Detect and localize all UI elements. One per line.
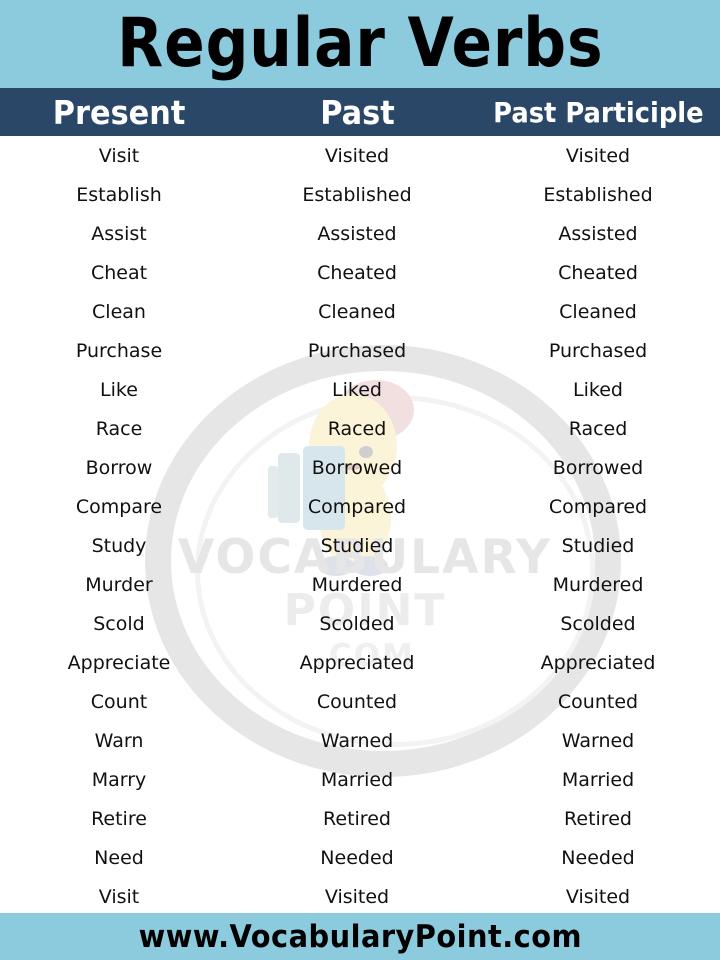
table-row: Clean Cleaned Cleaned: [0, 292, 720, 331]
cell-past-participle: Established: [543, 183, 653, 206]
cell-past: Raced: [327, 417, 387, 440]
table-row: Purchase Purchased Purchased: [0, 331, 720, 370]
cell-past-participle: Warned: [561, 729, 635, 752]
cell-past: Assisted: [317, 222, 397, 245]
cell-past-participle: Cheated: [558, 261, 638, 284]
table-row: Race Raced Raced: [0, 409, 720, 448]
cell-present: Visit: [98, 144, 140, 167]
cell-present: Clean: [92, 300, 146, 323]
footer-website-label: www.VocabularyPoint.com: [138, 918, 582, 955]
cell-past-participle: Assisted: [558, 222, 638, 245]
cell-past-participle: Liked: [573, 378, 623, 401]
column-header-present: Present: [0, 88, 238, 136]
table-row: Like Liked Liked: [0, 370, 720, 409]
table-row: Murder Murdered Murdered: [0, 565, 720, 604]
table-row: Visit Visited Visited: [0, 877, 720, 916]
cell-past-participle: Cleaned: [559, 300, 637, 323]
cell-past: Murdered: [311, 573, 403, 596]
table-row: Study Studied Studied: [0, 526, 720, 565]
cell-past: Retired: [323, 807, 391, 830]
title-banner: Regular Verbs: [0, 0, 720, 88]
table-row: Marry Married Married: [0, 760, 720, 799]
cell-past-participle: Scolded: [560, 612, 636, 635]
cell-past: Liked: [332, 378, 382, 401]
cell-present: Need: [94, 846, 144, 869]
cell-past-participle: Murdered: [552, 573, 644, 596]
cell-past-participle: Retired: [564, 807, 632, 830]
cell-past: Visited: [324, 885, 390, 908]
cell-present: Visit: [98, 885, 140, 908]
column-header-past: Past: [238, 88, 476, 136]
cell-present: Murder: [85, 573, 153, 596]
cell-present: Count: [90, 690, 148, 713]
cell-past-participle: Compared: [548, 495, 648, 518]
cell-past: Purchased: [307, 339, 407, 362]
cell-past-participle: Visited: [565, 144, 631, 167]
cell-present: Borrow: [85, 456, 153, 479]
cell-past: Studied: [320, 534, 394, 557]
cell-past: Married: [320, 768, 394, 791]
cell-past-participle: Married: [561, 768, 635, 791]
cell-past: Cheated: [317, 261, 397, 284]
column-header-present-label: Present: [52, 92, 186, 132]
table-row: Visit Visited Visited: [0, 136, 720, 175]
cell-past: Counted: [316, 690, 398, 713]
table-row: Need Needed Needed: [0, 838, 720, 877]
cell-past-participle: Visited: [565, 885, 631, 908]
cell-present: Compare: [75, 495, 163, 518]
table-row: Scold Scolded Scolded: [0, 604, 720, 643]
cell-past: Established: [302, 183, 412, 206]
footer-banner: www.VocabularyPoint.com: [0, 913, 720, 960]
cell-past-participle: Raced: [568, 417, 628, 440]
cell-present: Race: [95, 417, 143, 440]
table-row: Assist Assisted Assisted: [0, 214, 720, 253]
verb-chart-page: Regular Verbs Present Past Past Particip…: [0, 0, 720, 960]
verb-table: Visit Visited Visited Establish Established E…: [0, 136, 720, 916]
cell-present: Purchase: [75, 339, 163, 362]
cell-past: Compared: [307, 495, 407, 518]
cell-present: Marry: [91, 768, 147, 791]
cell-past: Borrowed: [311, 456, 403, 479]
cell-present: Like: [100, 378, 138, 401]
cell-past-participle: Studied: [561, 534, 635, 557]
cell-past-participle: Counted: [557, 690, 639, 713]
cell-past-participle: Borrowed: [552, 456, 644, 479]
table-row: Establish Established Established: [0, 175, 720, 214]
cell-past: Warned: [320, 729, 394, 752]
cell-past: Appreciated: [299, 651, 415, 674]
cell-past: Needed: [320, 846, 394, 869]
column-header-past-participle-label: Past Participle: [492, 95, 704, 129]
table-header-band: Present Past Past Participle: [0, 88, 720, 136]
cell-past-participle: Purchased: [548, 339, 648, 362]
cell-present: Study: [91, 534, 147, 557]
cell-present: Establish: [76, 183, 162, 206]
cell-present: Retire: [91, 807, 147, 830]
table-row: Retire Retired Retired: [0, 799, 720, 838]
cell-past-participle: Appreciated: [540, 651, 656, 674]
table-row: Borrow Borrowed Borrowed: [0, 448, 720, 487]
table-row: Cheat Cheated Cheated: [0, 253, 720, 292]
table-row: Warn Warned Warned: [0, 721, 720, 760]
cell-present: Scold: [93, 612, 145, 635]
cell-present: Warn: [94, 729, 144, 752]
cell-present: Assist: [91, 222, 147, 245]
table-row: Compare Compared Compared: [0, 487, 720, 526]
cell-past: Cleaned: [318, 300, 396, 323]
cell-past-participle: Needed: [561, 846, 635, 869]
cell-present: Appreciate: [67, 651, 171, 674]
column-header-past-label: Past: [319, 92, 395, 132]
column-header-past-participle: Past Participle: [476, 88, 720, 136]
cell-past: Scolded: [319, 612, 395, 635]
cell-past: Visited: [324, 144, 390, 167]
page-title: Regular Verbs: [116, 4, 604, 83]
table-row: Appreciate Appreciated Appreciated: [0, 643, 720, 682]
cell-present: Cheat: [90, 261, 148, 284]
table-row: Count Counted Counted: [0, 682, 720, 721]
